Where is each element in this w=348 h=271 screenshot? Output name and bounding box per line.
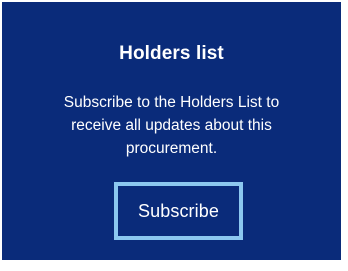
holders-list-card: Holders list Subscribe to the Holders Li… [2, 2, 341, 260]
subscribe-button[interactable]: Subscribe [114, 182, 243, 240]
holders-list-title: Holders list [119, 43, 224, 64]
holders-list-description: Subscribe to the Holders List to receive… [63, 94, 280, 157]
